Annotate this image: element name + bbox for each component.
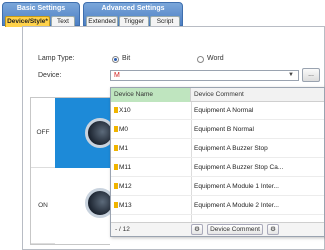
chevron-down-icon[interactable]: ▼ [288,72,294,78]
state-label-on: ON [31,168,55,244]
device-input[interactable]: M ▼ [110,70,299,81]
lamp-type-bit-label[interactable]: Bit [122,55,130,62]
device-comment: Equipment A Module 2 Inter... [194,202,279,209]
device-name: X10 [119,107,131,114]
device-comment-button[interactable]: Device Comment [207,224,263,235]
lamp-type-word-radio[interactable] [197,56,204,63]
state-preview-off[interactable] [55,98,111,168]
advanced-settings-tab-group[interactable]: Advanced Settings Extended Trigger Scrip… [83,2,183,27]
header-device-name[interactable]: Device Name [111,88,191,102]
device-comment: Equipment A Buzzer Stop Ca... [194,164,284,171]
device-comment: Equipment A Buzzer Stop [194,145,268,152]
settings-icon[interactable]: ⚙ [267,224,279,235]
device-bit-icon [114,107,118,113]
list-item[interactable]: M12 Equipment A Module 1 Inter... [111,179,324,196]
lamp-type-word-label[interactable]: Word [207,55,224,62]
device-comment: Equipment B Normal [194,126,254,133]
state-preview-on[interactable] [55,168,111,244]
device-bit-icon [114,202,118,208]
device-label: Device: [38,72,62,79]
list-item[interactable]: M0 Equipment B Normal [111,122,324,139]
device-name: M13 [119,202,132,209]
lamp-on-icon [85,188,111,218]
device-name: M11 [119,164,132,171]
lamp-type-bit-radio[interactable] [112,56,119,63]
device-count: - / 12 [115,226,130,233]
device-bit-icon [114,126,118,132]
device-name: M0 [119,126,129,133]
settings-icon[interactable]: ⚙ [191,224,203,235]
device-comment: Equipment A Module 1 Inter... [194,183,279,190]
device-bit-icon [114,145,118,151]
advanced-settings-title: Advanced Settings [101,5,165,12]
device-dropdown-list[interactable]: Device Name Device Comment X10 Equipment… [110,87,325,237]
device-list-footer: - / 12 ⚙ Device Comment ⚙ [111,222,324,236]
lamp-off-icon [85,118,111,148]
device-name: M1 [119,145,129,152]
list-item[interactable]: M13 Equipment A Module 2 Inter... [111,198,324,215]
device-name: M12 [119,183,132,190]
browse-button[interactable]: ... [302,68,320,82]
state-label-off: OFF [31,98,55,168]
device-comment: Equipment A Normal [194,107,254,114]
device-list-header: Device Name Device Comment [111,88,324,102]
state-table: OFF ON [30,97,111,245]
device-bit-icon [114,183,118,189]
device-input-value: M [114,72,120,79]
device-bit-icon [114,164,118,170]
list-item[interactable]: M1 Equipment A Buzzer Stop [111,141,324,158]
list-item[interactable]: M11 Equipment A Buzzer Stop Ca... [111,160,324,177]
basic-settings-title: Basic Settings [16,5,66,12]
header-device-comment[interactable]: Device Comment [194,88,244,102]
basic-settings-tab-group[interactable]: Basic Settings Device/Style* Text [2,2,80,27]
lamp-type-label: Lamp Type: [38,55,75,62]
list-item[interactable]: X10 Equipment A Normal [111,103,324,120]
